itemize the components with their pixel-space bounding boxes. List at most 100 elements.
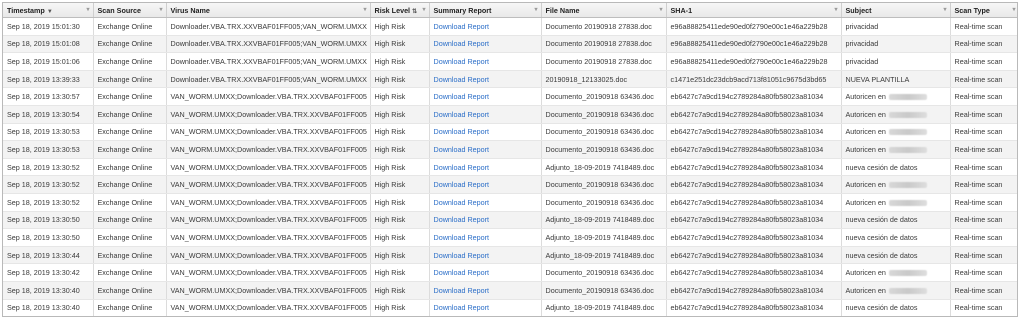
file-name-cell-text: Adjunto_18-09-2019 7418489.doc — [545, 250, 655, 260]
virus-name-cell: VAN_WORM.UMXX;Downloader.VBA.TRX.XXVBAF0… — [166, 123, 371, 142]
scan-type-cell: Real-time scan — [950, 70, 1017, 89]
file-name-cell: Documento_20190918 63436.doc — [541, 105, 667, 124]
scan-source-cell-text: Exchange Online — [97, 303, 153, 313]
sha1-cell: eb6427c7a9cd194c2789284a80fb58023a81034 — [666, 140, 842, 159]
column-menu-chevron-icon[interactable]: ▾ — [834, 6, 837, 13]
table-row[interactable]: Sep 18, 2019 13:30:50 Exchange Online VAN_… — [3, 228, 1017, 247]
column-header-label: Subject — [845, 5, 872, 15]
sha1-cell: eb6427c7a9cd194c2789284a80fb58023a81034 — [666, 175, 842, 194]
timestamp-cell: Sep 18, 2019 13:30:50 — [3, 211, 94, 230]
download-report-link[interactable]: Download Report — [434, 268, 490, 277]
virus-name-cell: Downloader.VBA.TRX.XXVBAF01FF005;VAN_WOR… — [166, 17, 371, 36]
column-header-virus-name[interactable]: Virus Name ▾ — [166, 3, 371, 18]
file-name-cell: Documento 20190918 27838.doc — [541, 35, 667, 54]
column-header-file-name[interactable]: File Name ▾ — [541, 3, 667, 18]
summary-report-cell: Download Report — [429, 211, 542, 230]
sort-indicator-icon[interactable]: ⇅ — [412, 9, 417, 15]
column-menu-chevron-icon[interactable]: ▾ — [159, 6, 162, 13]
column-header-scan-source[interactable]: Scan Source ▾ — [93, 3, 167, 18]
download-report-link[interactable]: Download Report — [434, 22, 490, 31]
table-body: Sep 18, 2019 15:01:30 Exchange Online Down… — [3, 17, 1017, 316]
virus-name-cell-text: VAN_WORM.UMXX;Downloader.VBA.TRX.XXVBAF0… — [170, 232, 367, 242]
download-report-link[interactable]: Download Report — [434, 233, 490, 242]
redacted-name-blur — [888, 182, 927, 189]
virus-name-cell: VAN_WORM.UMXX;Downloader.VBA.TRX.XXVBAF0… — [166, 175, 371, 194]
column-header-timestamp[interactable]: Timestamp ▼ ▾ — [3, 3, 94, 18]
table-row[interactable]: Sep 18, 2019 13:39:33 Exchange Online Down… — [3, 70, 1017, 89]
download-report-link[interactable]: Download Report — [434, 163, 490, 172]
table-row[interactable]: Sep 18, 2019 13:30:40 Exchange Online VAN_… — [3, 299, 1017, 316]
timestamp-cell-text: Sep 18, 2019 13:30:52 — [7, 180, 80, 190]
table-row[interactable]: Sep 18, 2019 15:01:30 Exchange Online Down… — [3, 17, 1017, 36]
risk-level-cell-text: High Risk — [374, 144, 406, 154]
table-row[interactable]: Sep 18, 2019 13:30:53 Exchange Online VAN_… — [3, 123, 1017, 142]
column-header-scan-type[interactable]: Scan Type ▾ — [950, 3, 1017, 18]
table-row[interactable]: Sep 18, 2019 13:30:52 Exchange Online VAN_… — [3, 175, 1017, 194]
download-report-link[interactable]: Download Report — [434, 180, 490, 189]
table-row[interactable]: Sep 18, 2019 13:30:57 Exchange Online VAN_… — [3, 87, 1017, 106]
download-report-link[interactable]: Download Report — [434, 145, 490, 154]
scan-source-cell-text: Exchange Online — [97, 127, 153, 137]
table-row[interactable]: Sep 18, 2019 13:30:44 Exchange Online VAN_… — [3, 246, 1017, 265]
sha1-cell-text: eb6427c7a9cd194c2789284a80fb58023a81034 — [670, 127, 824, 137]
timestamp-cell-text: Sep 18, 2019 13:30:50 — [7, 232, 80, 242]
column-menu-chevron-icon[interactable]: ▾ — [86, 6, 89, 13]
download-report-link[interactable]: Download Report — [434, 286, 490, 295]
download-report-link[interactable]: Download Report — [434, 198, 490, 207]
sha1-cell-text: e96a88825411ede90ed0f2790e00c1e46a229b28 — [670, 21, 828, 31]
virus-name-cell-text: VAN_WORM.UMXX;Downloader.VBA.TRX.XXVBAF0… — [170, 162, 367, 172]
download-report-link[interactable]: Download Report — [434, 127, 490, 136]
risk-level-cell: High Risk — [370, 281, 430, 300]
table-row[interactable]: Sep 18, 2019 13:30:54 Exchange Online VAN_… — [3, 105, 1017, 124]
download-report-link[interactable]: Download Report — [434, 110, 490, 119]
scan-source-cell-text: Exchange Online — [97, 250, 153, 260]
table-row[interactable]: Sep 18, 2019 13:30:52 Exchange Online VAN_… — [3, 193, 1017, 212]
download-report-link[interactable]: Download Report — [434, 251, 490, 260]
column-header-summary-report[interactable]: Summary Report ▾ — [429, 3, 542, 18]
column-header-risk-level[interactable]: Risk Level ⇅ ▾ — [370, 3, 430, 18]
subject-cell: nueva cesión de datos — [841, 228, 951, 247]
virus-name-cell: VAN_WORM.UMXX;Downloader.VBA.TRX.XXVBAF0… — [166, 299, 371, 316]
column-menu-chevron-icon[interactable]: ▾ — [1012, 6, 1015, 13]
risk-level-cell-text: High Risk — [374, 232, 406, 242]
timestamp-cell-text: Sep 18, 2019 13:30:52 — [7, 197, 80, 207]
summary-report-cell: Download Report — [429, 228, 542, 247]
scan-source-cell-text: Exchange Online — [97, 109, 153, 119]
redacted-name-blur — [888, 129, 927, 136]
column-menu-chevron-icon[interactable]: ▾ — [943, 6, 946, 13]
table-row[interactable]: Sep 18, 2019 13:30:53 Exchange Online VAN_… — [3, 140, 1017, 159]
download-report-link[interactable]: Download Report — [434, 215, 490, 224]
sha1-cell: e96a88825411ede90ed0f2790e00c1e46a229b28 — [666, 35, 842, 54]
redacted-name-blur — [888, 199, 927, 206]
timestamp-cell-text: Sep 18, 2019 13:30:53 — [7, 127, 80, 137]
summary-report-cell: Download Report — [429, 158, 542, 177]
table-row[interactable]: Sep 18, 2019 13:30:40 Exchange Online VAN_… — [3, 281, 1017, 300]
scan-type-cell-text: Real-time scan — [954, 162, 1003, 172]
scan-source-cell: Exchange Online — [93, 246, 167, 265]
sort-indicator-icon[interactable]: ▼ — [47, 9, 53, 15]
subject-cell: Autoricen en — [841, 87, 951, 106]
sha1-cell-text: eb6427c7a9cd194c2789284a80fb58023a81034 — [670, 232, 824, 242]
scan-type-cell: Real-time scan — [950, 123, 1017, 142]
column-menu-chevron-icon[interactable]: ▾ — [363, 6, 366, 13]
download-report-link[interactable]: Download Report — [434, 303, 490, 312]
download-report-link[interactable]: Download Report — [434, 57, 490, 66]
table-row[interactable]: Sep 18, 2019 15:01:08 Exchange Online Down… — [3, 35, 1017, 54]
column-header-subject[interactable]: Subject ▾ — [841, 3, 951, 18]
subject-cell: Autoricen en — [841, 105, 951, 124]
subject-cell: privacidad — [841, 35, 951, 54]
column-header-label: Scan Type — [954, 5, 990, 15]
column-menu-chevron-icon[interactable]: ▾ — [659, 6, 662, 13]
file-name-cell: Adjunto_18-09-2019 7418489.doc — [541, 211, 667, 230]
file-name-cell-text: Documento_20190918 63436.doc — [545, 144, 654, 154]
table-row[interactable]: Sep 18, 2019 13:30:42 Exchange Online VAN_… — [3, 263, 1017, 282]
table-row[interactable]: Sep 18, 2019 13:30:52 Exchange Online VAN_… — [3, 158, 1017, 177]
download-report-link[interactable]: Download Report — [434, 92, 490, 101]
table-row[interactable]: Sep 18, 2019 15:01:06 Exchange Online Down… — [3, 52, 1017, 71]
download-report-link[interactable]: Download Report — [434, 39, 490, 48]
download-report-link[interactable]: Download Report — [434, 75, 490, 84]
column-header-sha1[interactable]: SHA-1 ▾ — [666, 3, 842, 18]
column-menu-chevron-icon[interactable]: ▾ — [422, 6, 425, 13]
column-menu-chevron-icon[interactable]: ▾ — [534, 6, 537, 13]
table-row[interactable]: Sep 18, 2019 13:30:50 Exchange Online VAN_… — [3, 211, 1017, 230]
